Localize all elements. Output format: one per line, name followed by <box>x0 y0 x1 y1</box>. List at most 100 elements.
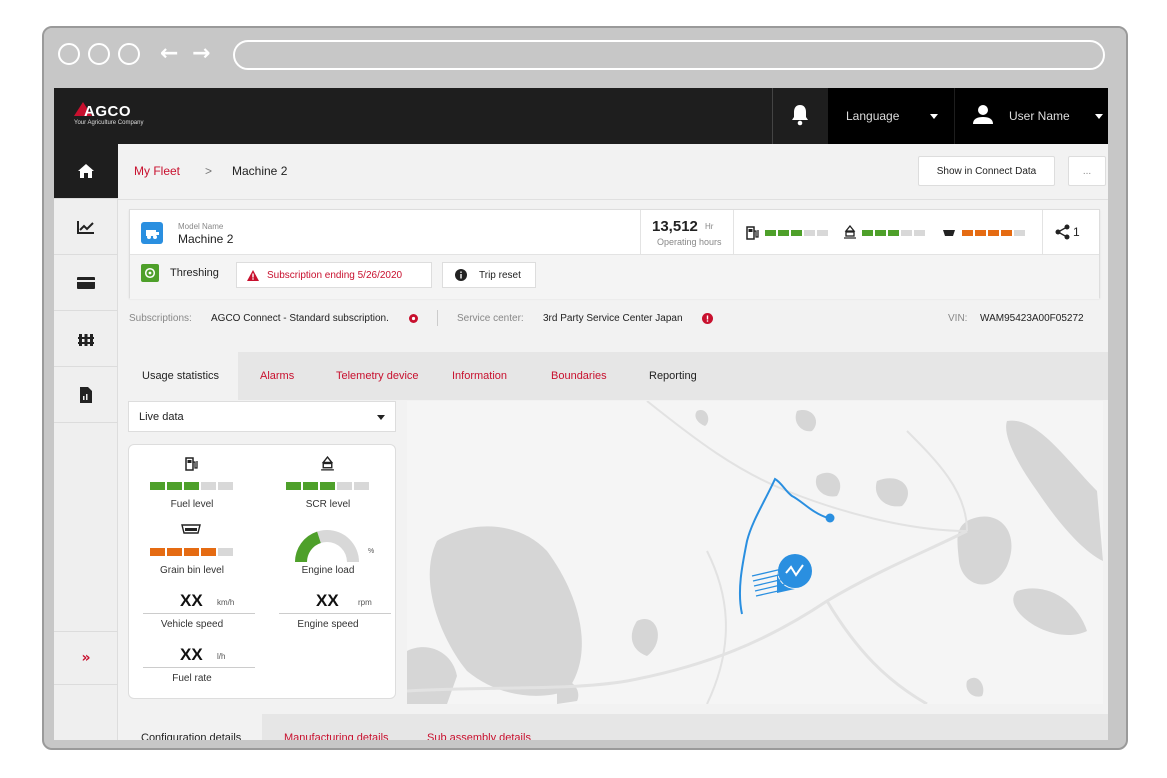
back-arrow-icon[interactable]: ← <box>160 41 178 66</box>
trip-reset-button[interactable]: Trip reset <box>442 262 536 288</box>
logo-text: AGCO <box>84 103 131 120</box>
fence-icon <box>78 334 94 346</box>
chart-icon <box>77 221 94 234</box>
scr-gauge <box>862 230 925 236</box>
tab-usage-statistics[interactable]: Usage statistics <box>142 370 219 382</box>
engine-load-gauge <box>295 530 359 562</box>
scr-level-gauge <box>286 482 369 490</box>
model-label: Model Name <box>178 222 224 231</box>
app-viewport: AGCO Your Agriculture Company Language U… <box>54 88 1108 740</box>
vehicle-speed-label: Vehicle speed <box>160 619 224 630</box>
language-label: Language <box>846 109 900 123</box>
language-select[interactable]: Language <box>828 88 954 144</box>
expand-nav-button[interactable]: » <box>54 631 118 685</box>
scr-level-label: SCR level <box>305 499 351 510</box>
live-data-panel: Fuel level SCR level Grain bin level % E… <box>128 444 396 699</box>
home-icon <box>78 164 94 178</box>
engine-load-unit: % <box>368 548 375 555</box>
nav-statistics[interactable] <box>54 200 118 255</box>
user-menu[interactable]: User Name <box>955 88 1108 144</box>
report-icon <box>80 387 92 403</box>
forward-arrow-icon[interactable]: → <box>192 41 210 66</box>
fuel-rate-value: XX <box>180 645 203 664</box>
engine-speed-value: XX <box>316 591 339 610</box>
side-navigation: » <box>54 144 118 740</box>
tab-sub-assembly-details[interactable]: Sub assembly details <box>427 732 531 740</box>
grain-bin-icon <box>181 524 201 534</box>
tab-reporting[interactable]: Reporting <box>649 370 697 382</box>
nav-billing[interactable] <box>54 256 118 311</box>
fuel-rate-label: Fuel rate <box>172 673 212 684</box>
fuel-pump-icon <box>746 226 759 240</box>
chevron-down-icon <box>930 114 938 119</box>
fuel-level-label: Fuel level <box>170 499 214 510</box>
machine-status-row: Threshing Subscription ending 5/26/2020 … <box>130 255 1099 299</box>
top-header: AGCO Your Agriculture Company Language U… <box>54 88 1108 144</box>
bottom-tabs: Configuration details Manufacturing deta… <box>118 714 1108 740</box>
vehicle-speed-unit: km/h <box>217 598 235 607</box>
divider <box>143 613 255 614</box>
gear-icon[interactable] <box>408 313 419 324</box>
machine-summary-row: Model Name Machine 2 13,512 Hr Operating… <box>130 210 1099 255</box>
grain-bin-gauge <box>962 230 1025 236</box>
subscription-alert-button[interactable]: Subscription ending 5/26/2020 <box>236 262 432 288</box>
nav-reports[interactable] <box>54 368 118 423</box>
map-view[interactable] <box>407 401 1103 704</box>
map-canvas <box>407 401 1103 704</box>
breadcrumb-separator: > <box>205 164 213 178</box>
service-center-label: Service center: <box>457 313 524 324</box>
scr-icon <box>321 456 334 471</box>
tab-information[interactable]: Information <box>452 370 507 382</box>
vehicle-speed-value: XX <box>180 591 203 610</box>
subscription-info-row: Subscriptions: AGCO Connect - Standard s… <box>129 308 1100 330</box>
divider <box>143 667 255 668</box>
user-name: User Name <box>1009 109 1070 123</box>
nav-home[interactable] <box>54 144 118 199</box>
header-divider <box>772 88 773 144</box>
trip-reset-label: Trip reset <box>479 269 521 281</box>
window-control-maximize[interactable] <box>118 43 140 65</box>
tab-telemetry-device[interactable]: Telemetry device <box>336 370 419 382</box>
status-label: Threshing <box>170 267 219 279</box>
engine-load-label: Engine load <box>301 565 355 576</box>
grain-bin-icon <box>943 230 955 236</box>
engine-speed-unit: rpm <box>358 598 372 607</box>
model-name: Machine 2 <box>178 232 234 246</box>
subscription-alert-text: Subscription ending 5/26/2020 <box>267 269 403 281</box>
fuel-pump-icon <box>185 457 198 471</box>
divider <box>733 210 734 255</box>
window-control-close[interactable] <box>58 43 80 65</box>
share-count: 1 <box>1073 225 1080 239</box>
scr-icon <box>844 225 856 239</box>
tab-boundaries[interactable]: Boundaries <box>551 370 607 382</box>
share-icon[interactable] <box>1055 224 1070 240</box>
grain-bin-label: Grain bin level <box>160 565 224 576</box>
fuel-gauge <box>765 230 828 236</box>
card-icon <box>77 277 95 289</box>
tab-alarms[interactable]: Alarms <box>260 370 294 382</box>
nav-fleet[interactable] <box>54 312 118 367</box>
chevron-down-icon <box>377 415 385 420</box>
service-center-value: 3rd Party Service Center Japan <box>543 313 683 324</box>
chevron-down-icon <box>1095 114 1103 119</box>
vehicle-position-dot[interactable] <box>825 513 835 523</box>
divider <box>1042 210 1043 255</box>
address-bar[interactable] <box>233 40 1105 70</box>
grain-bin-gauge <box>150 548 233 556</box>
window-control-minimize[interactable] <box>88 43 110 65</box>
bell-icon[interactable] <box>788 102 812 128</box>
alert-icon[interactable] <box>702 313 713 324</box>
double-chevron-right-icon: » <box>81 650 91 666</box>
divider <box>279 613 391 614</box>
operating-hours-value: 13,512 <box>652 218 698 235</box>
browser-window: ← → AGCO Your Agriculture Company Langua… <box>42 26 1128 750</box>
breadcrumb-my-fleet[interactable]: My Fleet <box>134 164 180 178</box>
live-data-select[interactable]: Live data <box>128 401 396 432</box>
fuel-level-gauge <box>150 482 233 490</box>
operating-hours-unit: Hr <box>705 222 714 231</box>
more-button[interactable]: ... <box>1068 156 1106 186</box>
tab-manufacturing-details[interactable]: Manufacturing details <box>284 732 389 740</box>
detail-tabs: Usage statistics Alarms Telemetry device… <box>118 352 1108 400</box>
tab-configuration-details[interactable]: Configuration details <box>141 732 241 740</box>
show-in-connect-data-button[interactable]: Show in Connect Data <box>918 156 1055 186</box>
